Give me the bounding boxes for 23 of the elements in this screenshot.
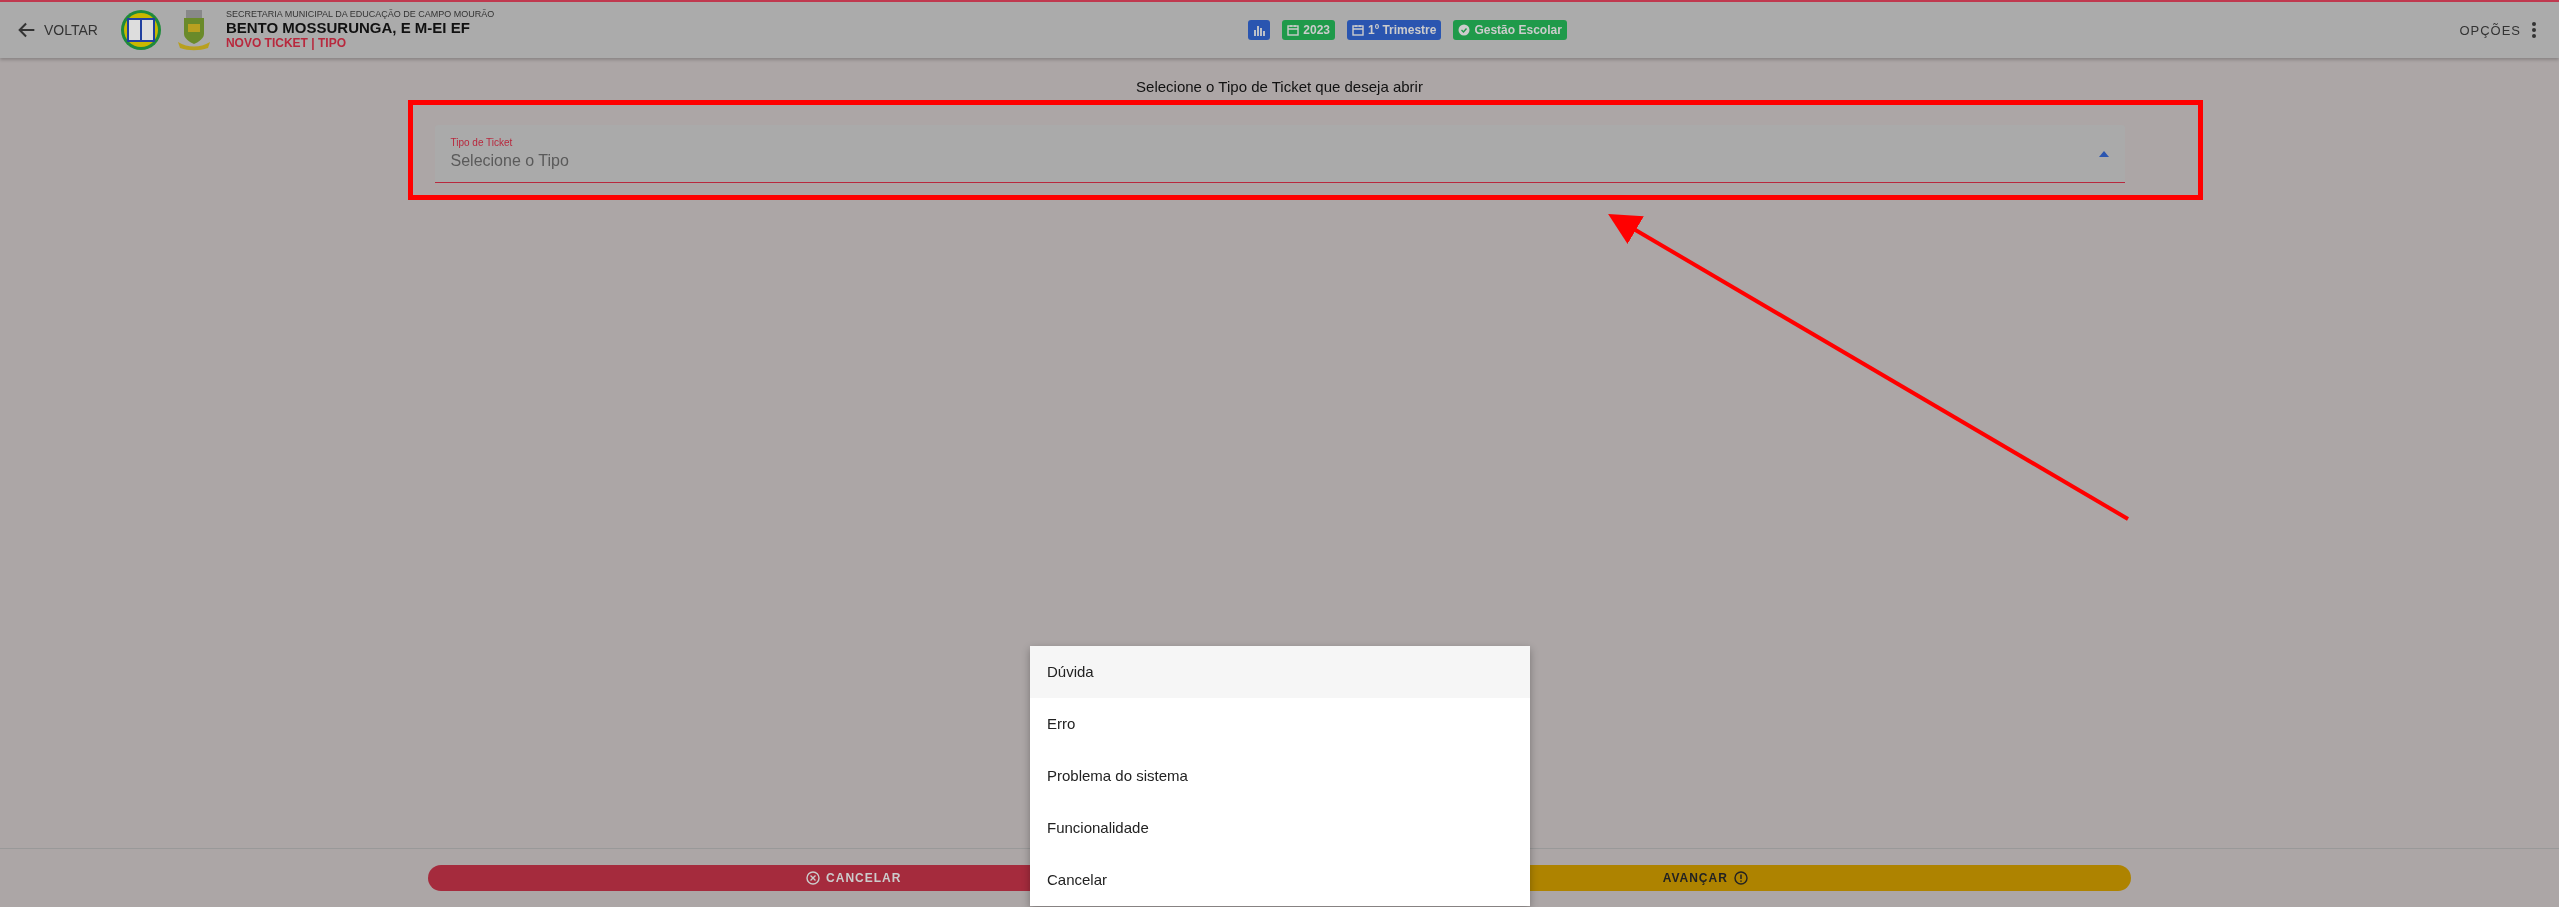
more-vertical-icon — [2531, 21, 2537, 39]
menu-item[interactable]: Erro — [1030, 698, 1530, 750]
menu-item[interactable]: Dúvida — [1030, 646, 1530, 698]
department-name: SECRETARIA MUNICIPAL DA EDUCAÇÃO DE CAMPO MOURÃO — [225, 10, 495, 21]
check-circle-icon — [1458, 24, 1471, 36]
calendar-icon — [1287, 24, 1300, 36]
bar-chart-icon — [1253, 24, 1266, 36]
menu-item[interactable]: Problema do sistema — [1030, 750, 1530, 802]
calendar-icon — [1352, 24, 1364, 36]
status-badge: 2023 — [1282, 20, 1335, 40]
back-button[interactable]: VOLTAR — [16, 19, 106, 41]
status-badge: 1º Trimestre — [1347, 20, 1442, 40]
caret-icon — [2098, 150, 2109, 157]
breadcrumb: NOVO TICKET | TIPO — [225, 36, 346, 50]
book-emblem-icon — [119, 9, 162, 51]
school-name: BENTO MOSSURUNGA, E M-EI EF — [225, 20, 471, 37]
crest-icon — [175, 8, 212, 52]
close-circle-icon — [806, 871, 821, 885]
menu-item[interactable]: Funcionalidade — [1030, 802, 1530, 854]
prompt-text: Selecione o Tipo de Ticket que deseja abrir — [1136, 78, 1423, 95]
status-badge: Gestão Escolar — [1453, 20, 1567, 40]
options-button[interactable]: OPÇÕES — [2453, 20, 2543, 40]
info-circle-icon — [1733, 871, 1748, 885]
